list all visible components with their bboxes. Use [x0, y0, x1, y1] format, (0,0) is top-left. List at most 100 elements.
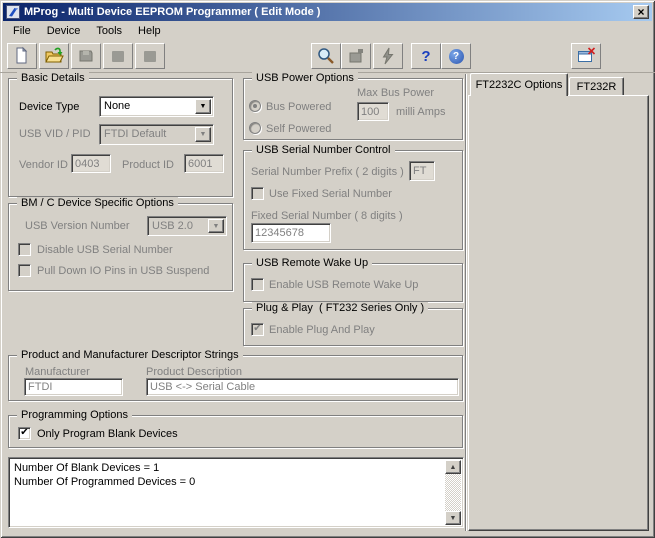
menu-item-tools[interactable]: Tools: [88, 23, 130, 39]
title-bar[interactable]: MProg - Multi Device EEPROM Programmer (…: [3, 3, 652, 21]
product-id-label: Product ID: [122, 159, 174, 171]
group-plug-play: Plug & Play ( FT232 Series Only ) ✔ Enab…: [243, 302, 463, 346]
erase-icon: [349, 49, 363, 63]
chevron-down-icon[interactable]: ▼: [208, 219, 224, 233]
scroll-up-icon[interactable]: ▲: [445, 460, 461, 474]
usb-version-label: USB Version Number: [25, 220, 130, 232]
about-button[interactable]: ?: [441, 43, 471, 69]
vid-pid-value: FTDI Default: [104, 128, 167, 140]
self-powered-radio[interactable]: [249, 122, 261, 134]
enable-remote-wakeup-label: Enable USB Remote Wake Up: [269, 279, 419, 291]
fixed-serial-field[interactable]: [251, 223, 331, 243]
group-programming: Programming Options ✔ Only Program Blank…: [8, 409, 463, 448]
tab-label: FT2232C Options: [475, 79, 563, 91]
lightning-icon: [382, 47, 394, 65]
vendor-id-label: Vendor ID: [19, 159, 68, 171]
exit-window-icon: [578, 47, 596, 62]
manufacturer-label: Manufacturer: [25, 366, 90, 378]
only-blank-devices-checkbox[interactable]: ✔: [18, 427, 31, 440]
group-title: Programming Options: [17, 409, 132, 421]
toolbar-button-disabled-2[interactable]: [135, 43, 165, 69]
serial-prefix-field[interactable]: [409, 161, 435, 181]
usb-version-value: USB 2.0: [152, 220, 193, 232]
status-line: Number Of Programmed Devices = 0: [14, 476, 196, 488]
erase-button-disabled[interactable]: [341, 43, 371, 69]
enable-remote-wakeup-checkbox[interactable]: [251, 278, 264, 291]
disable-serial-checkbox[interactable]: [18, 243, 31, 256]
close-button[interactable]: ×: [633, 5, 649, 19]
product-id-field[interactable]: [184, 154, 224, 173]
group-title: USB Power Options: [252, 72, 358, 84]
group-basic-details: Basic Details Device Type None ▼ USB VID…: [8, 72, 233, 197]
group-title: USB Serial Number Control: [252, 144, 395, 156]
blank-gray-icon: [112, 51, 124, 62]
save-icon: [79, 50, 93, 62]
toolbar-button-disabled-1[interactable]: [103, 43, 133, 69]
fixed-serial-label: Fixed Serial Number ( 8 digits ): [251, 210, 403, 222]
status-scrollbar[interactable]: ▲ ▼: [445, 460, 461, 525]
vertical-divider: [465, 74, 466, 531]
app-window: MProg - Multi Device EEPROM Programmer (…: [0, 0, 655, 538]
enable-plug-play-checkbox[interactable]: ✔: [251, 323, 264, 336]
scan-devices-button[interactable]: [311, 43, 341, 69]
bus-powered-radio[interactable]: [249, 100, 261, 112]
group-title: Product and Manufacturer Descriptor Stri…: [17, 349, 243, 361]
tab-content-pane: [468, 95, 649, 531]
use-fixed-serial-checkbox[interactable]: [251, 187, 264, 200]
device-type-combobox[interactable]: None ▼: [99, 96, 214, 117]
manufacturer-field[interactable]: [24, 378, 123, 396]
new-file-button[interactable]: [7, 43, 37, 69]
help-button[interactable]: ?: [411, 43, 441, 69]
vid-pid-combobox[interactable]: FTDI Default ▼: [99, 124, 214, 145]
group-title: Basic Details: [17, 72, 89, 84]
vid-pid-label: USB VID / PID: [19, 128, 91, 140]
menu-item-device[interactable]: Device: [39, 23, 89, 39]
group-title: USB Remote Wake Up: [252, 257, 373, 269]
menu-bar: File Device Tools Help: [3, 21, 652, 40]
toolbar: ? ?: [3, 41, 652, 71]
window-title: MProg - Multi Device EEPROM Programmer (…: [24, 6, 321, 18]
magnifier-icon: [318, 48, 334, 64]
product-description-field[interactable]: [146, 378, 459, 396]
pulldown-io-label: Pull Down IO Pins in USB Suspend: [37, 265, 210, 277]
group-remote-wakeup: USB Remote Wake Up Enable USB Remote Wak…: [243, 257, 463, 302]
group-bmc-options: BM / C Device Specific Options USB Versi…: [8, 197, 233, 291]
product-description-label: Product Description: [146, 366, 242, 378]
milli-amps-label: milli Amps: [396, 106, 446, 118]
only-blank-devices-label: Only Program Blank Devices: [37, 428, 178, 440]
group-usb-power: USB Power Options Bus Powered Self Power…: [243, 72, 463, 140]
tab-ft2232c-options[interactable]: FT2232C Options: [470, 73, 568, 96]
check-icon: ✔: [20, 427, 29, 438]
chevron-down-icon[interactable]: ▼: [195, 127, 211, 142]
check-icon: ✔: [253, 323, 262, 334]
group-title: BM / C Device Specific Options: [17, 197, 178, 209]
disable-serial-label: Disable USB Serial Number: [37, 244, 173, 256]
status-line: Number Of Blank Devices = 1: [14, 462, 160, 474]
chevron-down-icon[interactable]: ▼: [195, 99, 211, 114]
open-file-button[interactable]: [39, 43, 69, 69]
tab-ft232r[interactable]: FT232R: [569, 77, 624, 95]
status-output[interactable]: Number Of Blank Devices = 1 Number Of Pr…: [8, 457, 464, 528]
exit-program-mode-button[interactable]: [571, 43, 601, 69]
open-folder-icon: [45, 47, 64, 63]
group-title: Plug & Play ( FT232 Series Only ): [252, 302, 429, 314]
scroll-down-icon[interactable]: ▼: [445, 511, 461, 525]
pulldown-io-checkbox[interactable]: [18, 264, 31, 277]
serial-prefix-label: Serial Number Prefix ( 2 digits ): [251, 166, 404, 178]
group-usb-serial: USB Serial Number Control Serial Number …: [243, 144, 463, 250]
max-bus-power-field[interactable]: [357, 102, 389, 121]
help-icon: ?: [421, 47, 431, 65]
group-descriptors: Product and Manufacturer Descriptor Stri…: [8, 349, 463, 401]
usb-version-combobox[interactable]: USB 2.0 ▼: [147, 216, 227, 236]
about-icon: ?: [448, 48, 464, 64]
menu-item-help[interactable]: Help: [130, 23, 169, 39]
save-button-disabled[interactable]: [71, 43, 101, 69]
self-powered-label: Self Powered: [266, 123, 332, 135]
menu-item-file[interactable]: File: [5, 23, 39, 39]
vendor-id-field[interactable]: [71, 154, 111, 173]
tab-label: FT232R: [576, 80, 617, 93]
program-button-disabled[interactable]: [373, 43, 403, 69]
app-icon: [6, 5, 20, 19]
device-type-label: Device Type: [19, 101, 80, 113]
blank-gray-icon: [144, 51, 156, 62]
